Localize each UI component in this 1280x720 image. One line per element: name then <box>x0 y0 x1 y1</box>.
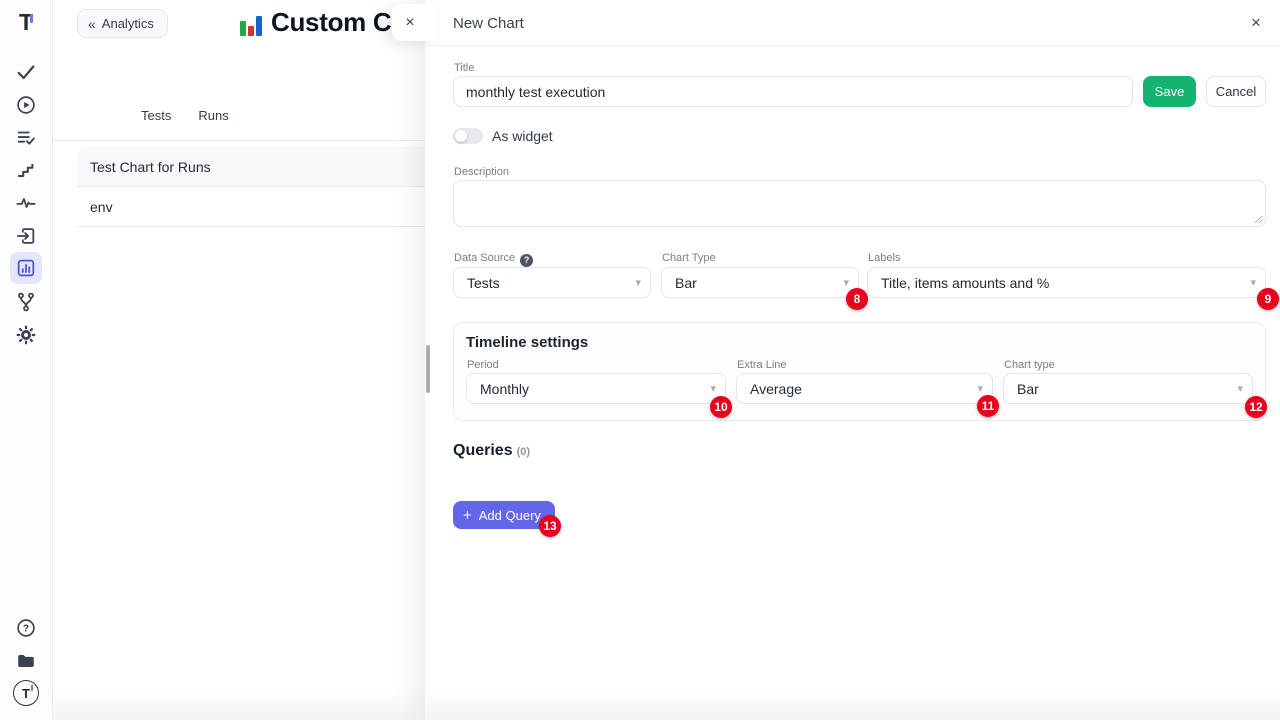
add-query-label: Add Query <box>479 508 541 523</box>
chart-type-label: Chart Type <box>662 252 716 264</box>
list-tabs: Tests Runs <box>141 108 229 123</box>
extra-line-select[interactable]: Average <box>736 373 993 404</box>
svg-text:?: ? <box>23 624 29 635</box>
period-label: Period <box>467 359 499 371</box>
chevrons-left-icon <box>88 16 95 32</box>
chart-list-item[interactable]: Test Chart for Runs <box>77 147 425 187</box>
tab-tests[interactable]: Tests <box>141 108 171 123</box>
milestones-stairs-icon[interactable] <box>10 154 42 186</box>
drawer-side-close-icon[interactable] <box>398 11 422 35</box>
annotation-badge-12: 12 <box>1245 396 1267 418</box>
annotation-badge-13: 13 <box>539 515 561 537</box>
description-label: Description <box>454 166 509 178</box>
plans-list-check-icon[interactable] <box>10 122 42 154</box>
chart-type-select[interactable]: Bar <box>661 267 859 298</box>
annotation-badge-9: 9 <box>1257 288 1279 310</box>
labels-label: Labels <box>868 252 900 264</box>
cancel-button[interactable]: Cancel <box>1206 76 1266 107</box>
analytics-bar-chart-icon[interactable] <box>10 252 42 284</box>
projects-folder-icon[interactable] <box>10 645 42 677</box>
toggle-knob <box>455 130 467 142</box>
app-logo[interactable]: T <box>10 6 42 38</box>
chart-list-item[interactable]: env <box>77 187 425 227</box>
brand-circle-icon[interactable]: T <box>10 677 42 709</box>
data-source-label: Data Source <box>454 252 533 267</box>
title-label: Title <box>454 62 474 74</box>
drawer-resize-handle[interactable] <box>426 345 430 393</box>
branches-icon[interactable] <box>10 286 42 318</box>
colored-bar-chart-icon <box>238 13 263 38</box>
drawer-header: New Chart <box>425 0 1280 46</box>
as-widget-toggle[interactable] <box>453 128 483 144</box>
timeline-chart-type-label: Chart type <box>1004 359 1055 371</box>
brand-letter: T <box>22 686 30 701</box>
labels-select[interactable]: Title, items amounts and % <box>867 267 1266 298</box>
labels-value: Title, items amounts and % <box>881 275 1049 291</box>
timeline-chart-type-select[interactable]: Bar <box>1003 373 1253 404</box>
back-button-label: Analytics <box>102 16 154 31</box>
drawer-close-icon[interactable] <box>1244 11 1268 35</box>
description-textarea[interactable] <box>453 180 1266 227</box>
back-to-analytics-button[interactable]: Analytics <box>77 9 168 38</box>
title-input[interactable] <box>453 76 1133 107</box>
chart-list: Test Chart for Runs env <box>77 147 425 227</box>
period-select[interactable]: Monthly <box>466 373 726 404</box>
tab-runs[interactable]: Runs <box>198 108 228 123</box>
chart-name: Test Chart for Runs <box>90 159 211 175</box>
chart-type-value: Bar <box>675 275 697 291</box>
queries-count: (0) <box>517 446 530 458</box>
custom-charts-panel: Analytics Custom Charts Tests Runs Test … <box>53 0 425 720</box>
sidebar-rail: T ? T <box>0 0 53 720</box>
timeline-chart-type-value: Bar <box>1017 381 1039 397</box>
queries-heading: Queries(0) <box>453 442 530 460</box>
annotation-badge-8: 8 <box>846 288 868 310</box>
drawer-title: New Chart <box>453 15 524 32</box>
extra-line-value: Average <box>750 381 802 397</box>
tests-check-icon[interactable] <box>10 56 42 88</box>
extra-line-label: Extra Line <box>737 359 787 371</box>
data-source-select[interactable]: Tests <box>453 267 651 298</box>
data-source-value: Tests <box>467 275 500 291</box>
chart-name: env <box>90 199 113 215</box>
new-chart-drawer: New Chart Title Save Cancel As widget De… <box>425 0 1280 720</box>
as-widget-label: As widget <box>492 128 553 144</box>
settings-gear-icon[interactable] <box>10 319 42 351</box>
annotation-badge-10: 10 <box>710 396 732 418</box>
runs-play-icon[interactable] <box>10 89 42 121</box>
tabs-divider <box>53 140 425 141</box>
annotation-badge-11: 11 <box>977 395 999 417</box>
pulse-activity-icon[interactable] <box>10 187 42 219</box>
save-button[interactable]: Save <box>1143 76 1196 107</box>
help-icon[interactable] <box>520 254 533 267</box>
timeline-settings-heading: Timeline settings <box>466 334 588 351</box>
period-value: Monthly <box>480 381 529 397</box>
help-circle-icon[interactable]: ? <box>10 612 42 644</box>
plus-icon <box>463 507 472 524</box>
import-box-icon[interactable] <box>10 220 42 252</box>
